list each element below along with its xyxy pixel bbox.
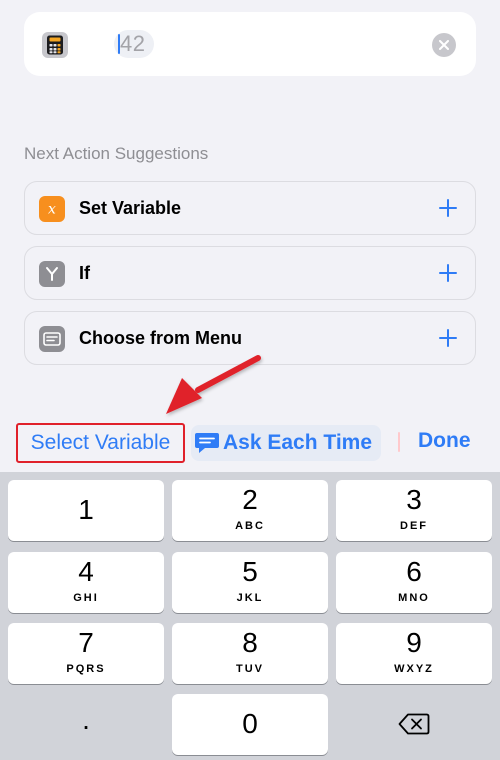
branch-icon xyxy=(39,261,65,287)
key-5[interactable]: 5 JKL xyxy=(172,552,328,613)
ask-each-time-button[interactable]: Ask Each Time xyxy=(191,425,381,461)
keyboard-accessory-bar: Select Variable Ask Each Time Done xyxy=(0,418,500,468)
key-1[interactable]: 1 xyxy=(8,480,164,541)
key-9[interactable]: 9 WXYZ xyxy=(336,623,492,684)
key-2[interactable]: 2 ABC xyxy=(172,480,328,541)
key-digit: 2 xyxy=(242,484,258,515)
key-digit: 0 xyxy=(242,708,258,739)
variable-icon: x xyxy=(39,196,65,222)
suggestion-label: Set Variable xyxy=(79,198,182,218)
suggestion-choose-from-menu[interactable]: Choose from Menu xyxy=(24,311,476,365)
key-4[interactable]: 4 GHI xyxy=(8,552,164,613)
suggestion-label: If xyxy=(79,263,90,283)
key-letters: WXYZ xyxy=(394,663,434,675)
suggestion-set-variable[interactable]: x Set Variable xyxy=(24,181,476,235)
key-digit: 4 xyxy=(78,556,94,587)
key-6[interactable]: 6 MNO xyxy=(336,552,492,613)
bar-divider xyxy=(398,432,400,452)
key-0[interactable]: 0 xyxy=(172,694,328,755)
key-digit: 7 xyxy=(78,627,94,658)
key-letters: ABC xyxy=(235,520,265,532)
key-digit: 9 xyxy=(406,627,422,658)
speech-bubble-icon xyxy=(195,433,219,453)
key-decimal[interactable]: . xyxy=(8,694,164,755)
backspace-icon xyxy=(398,713,430,735)
number-value: 42 xyxy=(120,31,146,56)
clear-icon[interactable] xyxy=(432,33,456,57)
key-letters: PQRS xyxy=(66,663,106,675)
ask-each-time-label: Ask Each Time xyxy=(223,431,373,454)
suggestion-label: Choose from Menu xyxy=(79,328,243,348)
suggestions-title: Next Action Suggestions xyxy=(24,144,209,163)
key-letters: JKL xyxy=(236,592,264,604)
key-3[interactable]: 3 DEF xyxy=(336,480,492,541)
number-action-card[interactable]: 42 xyxy=(24,12,476,76)
key-digit: 8 xyxy=(242,627,258,658)
key-digit: . xyxy=(82,704,90,735)
key-digit: 5 xyxy=(242,556,258,587)
key-letters: GHI xyxy=(73,592,99,604)
plus-icon[interactable] xyxy=(435,325,461,351)
menu-icon xyxy=(39,326,65,352)
plus-icon[interactable] xyxy=(435,260,461,286)
select-variable-button[interactable]: Select Variable xyxy=(16,423,185,463)
number-input[interactable]: 42 xyxy=(114,30,154,58)
svg-text:x: x xyxy=(48,202,56,218)
key-letters: MNO xyxy=(398,592,430,604)
suggestion-if[interactable]: If xyxy=(24,246,476,300)
key-digit: 3 xyxy=(406,484,422,515)
key-letters: DEF xyxy=(400,520,428,532)
delete-key[interactable] xyxy=(336,694,492,755)
calculator-icon xyxy=(42,32,68,58)
key-8[interactable]: 8 TUV xyxy=(172,623,328,684)
key-digit: 1 xyxy=(78,494,94,525)
numeric-keypad: 1 2 ABC 3 DEF 4 GHI 5 JKL 6 MNO 7 PQRS 8… xyxy=(0,472,500,760)
key-letters: TUV xyxy=(236,663,264,675)
key-digit: 6 xyxy=(406,556,422,587)
plus-icon[interactable] xyxy=(435,195,461,221)
done-button[interactable]: Done xyxy=(418,429,471,453)
key-7[interactable]: 7 PQRS xyxy=(8,623,164,684)
